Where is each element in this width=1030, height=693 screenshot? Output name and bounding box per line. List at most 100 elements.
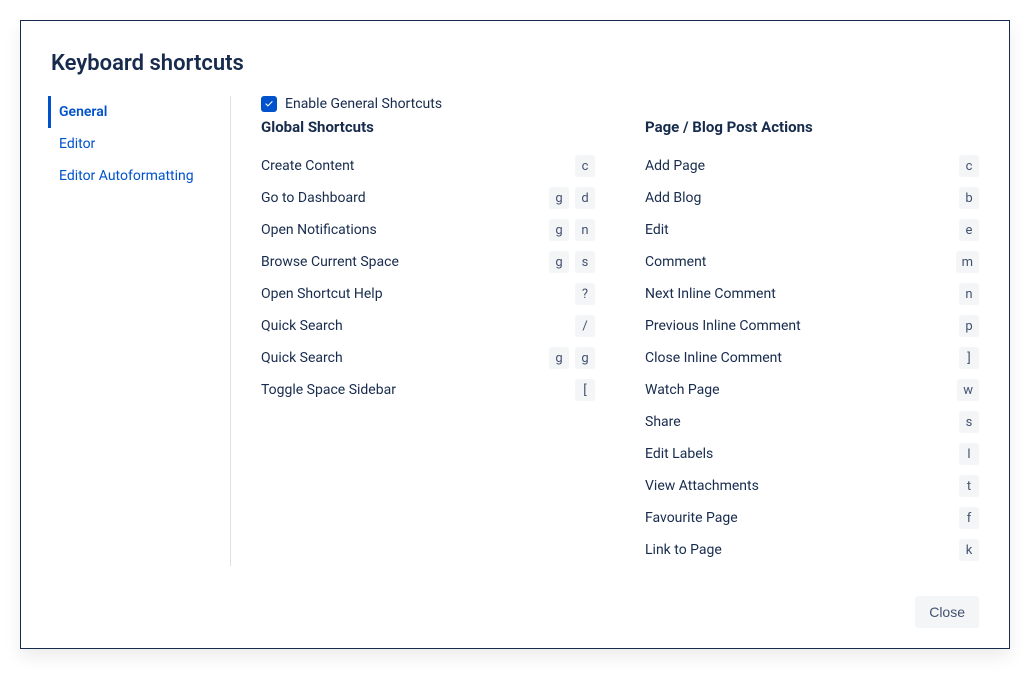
shortcut-keys: s xyxy=(959,411,979,433)
sidebar-nav: General Editor Editor Autoformatting xyxy=(51,96,231,566)
shortcut-keys: w xyxy=(957,379,979,401)
key: g xyxy=(575,347,595,369)
key: w xyxy=(957,379,979,401)
shortcut-label: Create Content xyxy=(261,158,354,174)
shortcut-label: Link to Page xyxy=(645,542,722,558)
shortcut-keys: c xyxy=(959,155,979,177)
shortcut-row: Quick Search / xyxy=(261,310,595,342)
shortcut-row: Next Inline Comment n xyxy=(645,278,979,310)
shortcut-keys: b xyxy=(959,187,979,209)
key: c xyxy=(575,155,595,177)
sidebar-item-label: General xyxy=(59,104,107,120)
shortcut-keys: e xyxy=(959,219,979,241)
shortcut-label: Previous Inline Comment xyxy=(645,318,801,334)
shortcut-label: Next Inline Comment xyxy=(645,286,776,302)
enable-shortcuts-label: Enable General Shortcuts xyxy=(285,96,442,112)
key: n xyxy=(575,219,595,241)
key: / xyxy=(575,315,595,337)
shortcut-keys: l xyxy=(959,443,979,465)
key: g xyxy=(549,251,569,273)
shortcut-keys: m xyxy=(956,251,979,273)
sidebar-item-general[interactable]: General xyxy=(48,96,220,128)
dialog-title: Keyboard shortcuts xyxy=(51,51,979,76)
shortcut-label: Open Shortcut Help xyxy=(261,286,383,302)
shortcut-row: Edit Labels l xyxy=(645,438,979,470)
shortcut-row: Open Shortcut Help? xyxy=(261,278,595,310)
keyboard-shortcuts-dialog: Keyboard shortcuts General Editor Editor… xyxy=(20,20,1010,649)
shortcut-label: Favourite Page xyxy=(645,510,738,526)
enable-shortcuts-row: Enable General Shortcuts xyxy=(261,96,979,112)
shortcut-label: Edit xyxy=(645,222,669,238)
section-title: Global Shortcuts xyxy=(261,118,595,136)
shortcut-label: Go to Dashboard xyxy=(261,190,366,206)
section-global-shortcuts: Global Shortcuts Create Content c Go to Da… xyxy=(261,118,595,566)
sidebar-item-label: Editor xyxy=(59,136,95,152)
key: c xyxy=(959,155,979,177)
shortcut-row: View Attachments t xyxy=(645,470,979,502)
key: m xyxy=(956,251,979,273)
key: k xyxy=(959,539,979,561)
shortcut-row: Link to Page k xyxy=(645,534,979,566)
key: l xyxy=(959,443,979,465)
key: s xyxy=(959,411,979,433)
section-page-blog-actions: Page / Blog Post Actions Add Page c Add Bl… xyxy=(645,118,979,566)
shortcut-keys: f xyxy=(959,507,979,529)
shortcut-row: Add Page c xyxy=(645,150,979,182)
shortcut-keys: gn xyxy=(549,219,595,241)
shortcut-row: Go to Dashboard gd xyxy=(261,182,595,214)
shortcut-keys: ? xyxy=(575,283,595,305)
shortcut-row: Toggle Space Sidebar [ xyxy=(261,374,595,406)
key: t xyxy=(959,475,979,497)
shortcut-label: Watch Page xyxy=(645,382,720,398)
key: g xyxy=(549,347,569,369)
key: f xyxy=(959,507,979,529)
shortcut-row: Watch Page w xyxy=(645,374,979,406)
shortcut-row: Add Blog b xyxy=(645,182,979,214)
shortcut-keys: n xyxy=(959,283,979,305)
enable-shortcuts-checkbox[interactable] xyxy=(261,96,277,112)
sidebar-item-label: Editor Autoformatting xyxy=(59,168,194,184)
shortcut-label: Toggle Space Sidebar xyxy=(261,382,396,398)
key: ? xyxy=(575,283,595,305)
sidebar-item-editor-autoformatting[interactable]: Editor Autoformatting xyxy=(48,160,220,192)
shortcut-label: View Attachments xyxy=(645,478,759,494)
key: ] xyxy=(959,347,979,369)
shortcut-keys: t xyxy=(959,475,979,497)
shortcut-row: Previous Inline Comment p xyxy=(645,310,979,342)
section-title: Page / Blog Post Actions xyxy=(645,118,979,136)
shortcut-label: Add Page xyxy=(645,158,705,174)
shortcut-label: Comment xyxy=(645,254,706,270)
shortcut-label: Share xyxy=(645,414,681,430)
shortcut-keys: gg xyxy=(549,347,595,369)
key: d xyxy=(575,187,595,209)
key: [ xyxy=(575,379,595,401)
close-button[interactable]: Close xyxy=(915,596,979,628)
shortcut-row: Edit e xyxy=(645,214,979,246)
shortcut-keys: ] xyxy=(959,347,979,369)
key: p xyxy=(959,315,979,337)
shortcut-row: Favourite Page f xyxy=(645,502,979,534)
shortcut-label: Close Inline Comment xyxy=(645,350,782,366)
sidebar-item-editor[interactable]: Editor xyxy=(48,128,220,160)
shortcut-keys: [ xyxy=(575,379,595,401)
dialog-footer: Close xyxy=(51,596,979,628)
content-panel: Enable General Shortcuts Global Shortcut… xyxy=(231,96,979,566)
shortcut-row: Share s xyxy=(645,406,979,438)
shortcut-row: Browse Current Space gs xyxy=(261,246,595,278)
shortcut-keys: p xyxy=(959,315,979,337)
shortcut-label: Edit Labels xyxy=(645,446,713,462)
shortcut-keys: / xyxy=(575,315,595,337)
shortcut-row: Comment m xyxy=(645,246,979,278)
shortcut-keys: gd xyxy=(549,187,595,209)
check-icon xyxy=(263,98,275,110)
shortcut-label: Quick Search xyxy=(261,318,343,334)
shortcut-keys: k xyxy=(959,539,979,561)
key: g xyxy=(549,187,569,209)
shortcut-label: Quick Search xyxy=(261,350,343,366)
shortcut-label: Add Blog xyxy=(645,190,701,206)
shortcut-label: Browse Current Space xyxy=(261,254,399,270)
key: e xyxy=(959,219,979,241)
shortcut-keys: gs xyxy=(549,251,595,273)
shortcut-keys: c xyxy=(575,155,595,177)
shortcut-row: Create Content c xyxy=(261,150,595,182)
